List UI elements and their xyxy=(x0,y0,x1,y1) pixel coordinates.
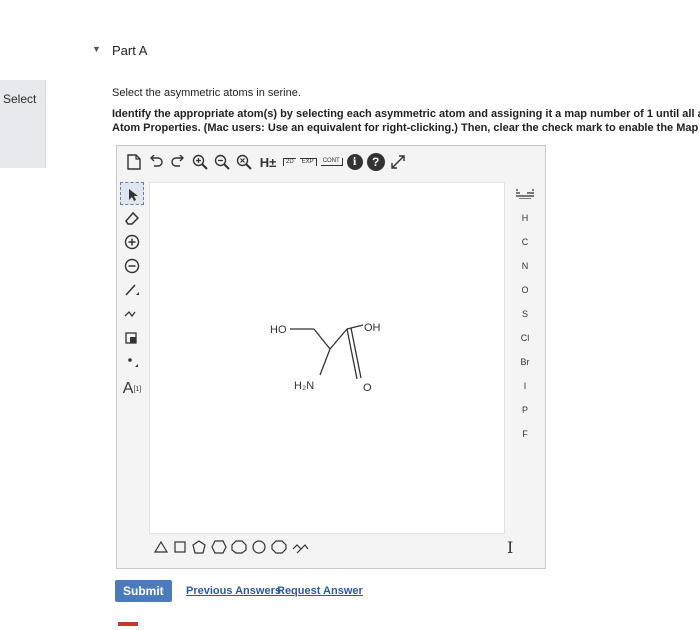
2d-label: 2D xyxy=(286,159,294,165)
exp-label: EXP xyxy=(301,159,314,165)
h2n-label: H₂N xyxy=(294,380,314,392)
element-button[interactable]: Cl xyxy=(507,326,543,350)
element-button[interactable]: N xyxy=(507,254,543,278)
text-cursor-icon: I xyxy=(507,538,514,557)
bond-c3-o-1 xyxy=(346,328,358,380)
zoom-out-icon[interactable] xyxy=(213,153,231,171)
zoom-in-icon[interactable] xyxy=(191,153,209,171)
editor-toolbar: H± 2D EXP CONT i ? xyxy=(117,146,545,178)
ho-label: HO xyxy=(270,324,287,336)
cyclohexane-icon[interactable] xyxy=(211,540,227,554)
sidebar-tab[interactable]: Select xyxy=(0,80,46,168)
left-tool-column: A [1] xyxy=(120,182,148,405)
selection-tool-icon[interactable] xyxy=(120,182,144,205)
element-button[interactable]: F xyxy=(507,422,543,446)
info-icon[interactable]: i xyxy=(346,154,363,170)
submit-button[interactable]: Submit xyxy=(115,580,172,602)
bond-c3-o-2 xyxy=(350,327,362,379)
bond-c3-oh xyxy=(346,324,364,330)
instruction-line-1: Identify the appropriate atom(s) by sele… xyxy=(112,108,700,120)
redo-icon[interactable] xyxy=(169,153,187,171)
undo-icon[interactable] xyxy=(147,153,165,171)
ring-templates xyxy=(153,540,309,554)
element-palette: H C N O S Cl Br I P F xyxy=(507,182,543,446)
previous-answers-link[interactable]: Previous Answers xyxy=(186,585,281,597)
cyclohexane-chair-icon[interactable] xyxy=(231,540,247,554)
cyclobutane-icon[interactable] xyxy=(173,540,187,554)
new-document-icon[interactable] xyxy=(125,153,143,171)
request-answer-link[interactable]: Request Answer xyxy=(277,585,363,597)
cyclooctane-icon[interactable] xyxy=(271,540,287,554)
molecule-editor: H± 2D EXP CONT i ? A [1] HO OH H₂N O H C… xyxy=(116,145,546,569)
element-button[interactable]: Br xyxy=(507,350,543,374)
negative-charge-icon[interactable] xyxy=(120,254,144,277)
hydrogens-button[interactable]: H± xyxy=(257,153,279,171)
element-button[interactable]: I xyxy=(507,374,543,398)
positive-charge-icon[interactable] xyxy=(120,230,144,253)
contract-button[interactable]: CONT xyxy=(320,158,343,166)
element-button[interactable]: C xyxy=(507,230,543,254)
zoom-reset-icon[interactable] xyxy=(235,153,253,171)
2d-clean-button[interactable]: 2D xyxy=(283,158,296,166)
bond-tool-icon[interactable] xyxy=(120,278,144,301)
fullscreen-icon[interactable] xyxy=(389,153,407,171)
bond-c2-c3 xyxy=(329,328,348,350)
footer-accent xyxy=(118,622,138,626)
chain-tool-icon[interactable] xyxy=(120,302,144,325)
benzene-icon[interactable] xyxy=(291,540,309,554)
collapse-triangle-icon[interactable]: ▼ xyxy=(92,44,101,54)
element-button[interactable]: H xyxy=(507,206,543,230)
oh-label: OH xyxy=(364,322,381,334)
instruction-line-2: Atom Properties. (Mac users: Use an equi… xyxy=(112,122,700,134)
question-prompt: Select the asymmetric atoms in serine. xyxy=(112,87,301,99)
cont-label: CONT xyxy=(322,158,340,164)
cyclopentane-icon[interactable] xyxy=(191,540,207,554)
atom-tool-label: A xyxy=(122,380,134,397)
cycloheptane-icon[interactable] xyxy=(251,540,267,554)
cyclopropane-icon[interactable] xyxy=(153,540,169,554)
carbonyl-o-label: O xyxy=(363,382,372,394)
sidebar-tab-label: Select xyxy=(3,92,37,106)
part-title: Part A xyxy=(112,43,148,58)
atom-tool-superscript: [1] xyxy=(133,385,142,393)
periodic-table-icon[interactable] xyxy=(507,182,543,206)
element-button[interactable]: S xyxy=(507,302,543,326)
bond-c1-c2 xyxy=(313,328,331,350)
serine-structure: HO OH H₂N O xyxy=(270,322,381,394)
radical-tool-icon[interactable] xyxy=(120,350,144,373)
drawing-canvas[interactable]: HO OH H₂N O xyxy=(149,182,505,534)
template-tool-icon[interactable] xyxy=(120,326,144,349)
atom-properties-tool[interactable]: A [1] xyxy=(120,374,144,404)
bond-c2-n xyxy=(319,348,331,376)
help-icon[interactable]: ? xyxy=(366,153,385,171)
element-button[interactable]: O xyxy=(507,278,543,302)
element-button[interactable]: P xyxy=(507,398,543,422)
eraser-icon[interactable] xyxy=(120,206,144,229)
expand-button[interactable]: EXP xyxy=(299,158,317,166)
